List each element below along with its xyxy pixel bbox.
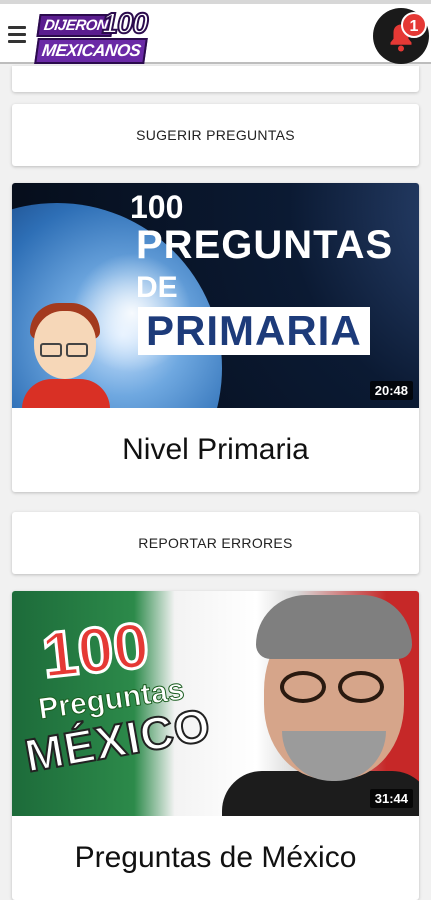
notification-bell-button[interactable]: 1	[373, 8, 429, 64]
thumbnail-text: PRIMARIA	[138, 307, 370, 355]
logo-number: 100	[101, 7, 149, 41]
thumbnail-text: DE	[136, 271, 178, 304]
notification-badge: 1	[401, 12, 427, 38]
video-duration: 20:48	[369, 381, 413, 400]
report-errors-button[interactable]: REPORTAR ERRORES	[12, 512, 419, 574]
video-title[interactable]: Nivel Primaria	[12, 408, 419, 492]
video-title[interactable]: Preguntas de México	[12, 816, 419, 900]
video-thumbnail[interactable]: 100 PREGUNTAS DE PRIMARIA 20:48	[12, 183, 419, 408]
suggest-questions-button[interactable]: SUGERIR PREGUNTAS	[12, 104, 419, 166]
video-duration: 31:44	[369, 789, 413, 808]
thumbnail-text: 100	[130, 189, 184, 225]
previous-card	[12, 66, 419, 92]
video-card-mexico[interactable]: 100 Preguntas MÉXICO 31:44 Preguntas de …	[12, 591, 419, 900]
logo-text-bottom: MEXICANOS	[34, 38, 149, 64]
app-logo[interactable]: DIJERON 100 MEXICANOS	[34, 7, 158, 64]
app-header: DIJERON 100 MEXICANOS 1	[0, 0, 431, 64]
menu-icon[interactable]	[8, 26, 26, 44]
video-thumbnail[interactable]: 100 Preguntas MÉXICO 31:44	[12, 591, 419, 816]
thumbnail-text: PREGUNTAS	[136, 223, 394, 267]
video-card-primaria[interactable]: 100 PREGUNTAS DE PRIMARIA 20:48 Nivel Pr…	[12, 183, 419, 492]
